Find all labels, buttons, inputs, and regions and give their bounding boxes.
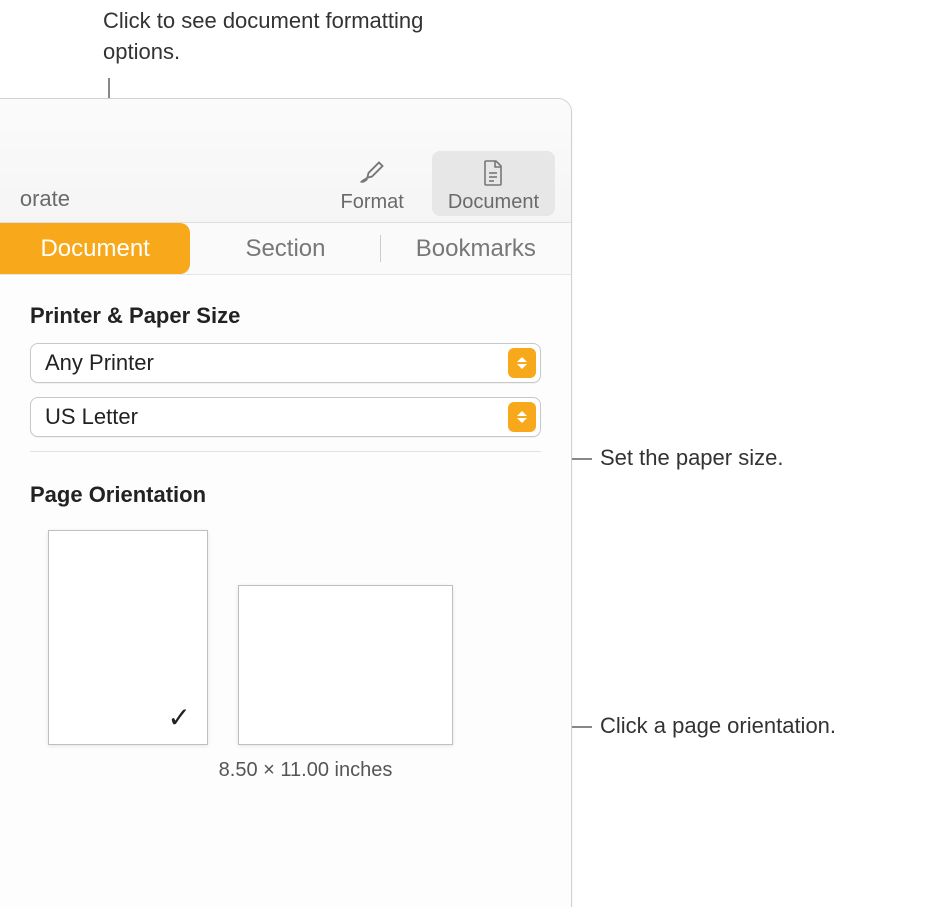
printer-popup-value: Any Printer xyxy=(45,350,508,376)
page-orientation-heading: Page Orientation xyxy=(30,482,541,508)
checkmark-icon: ✓ xyxy=(168,701,191,734)
paper-size-popup-value: US Letter xyxy=(45,404,508,430)
tab-document[interactable]: Document xyxy=(0,223,190,274)
callout-orientation: Click a page orientation. xyxy=(600,711,836,742)
tab-document-label: Document xyxy=(40,235,149,263)
callout-paper-size: Set the paper size. xyxy=(600,443,783,474)
tab-bar: Document Section Bookmarks xyxy=(0,223,571,275)
divider xyxy=(30,451,541,452)
inspector-panel: orate Format Document xyxy=(0,98,572,907)
updown-arrows-icon xyxy=(508,402,536,432)
printer-paper-heading: Printer & Paper Size xyxy=(30,303,541,329)
tab-bookmarks-label: Bookmarks xyxy=(416,235,536,263)
callout-document-tab: Click to see document formatting options… xyxy=(103,6,443,68)
orientation-landscape-button[interactable] xyxy=(238,585,453,745)
callout-document-tab-text: Click to see document formatting options… xyxy=(103,8,423,64)
toolbar: orate Format Document xyxy=(0,99,571,223)
tab-section[interactable]: Section xyxy=(190,223,380,274)
tab-bookmarks[interactable]: Bookmarks xyxy=(381,223,571,274)
orientation-options: ✓ xyxy=(48,530,541,745)
toolbar-cut-label: orate xyxy=(0,186,70,212)
tab-section-label: Section xyxy=(245,235,325,263)
document-toolbar-button[interactable]: Document xyxy=(432,151,555,216)
document-toolbar-label: Document xyxy=(448,191,539,214)
panel-body: Printer & Paper Size Any Printer US Lett… xyxy=(0,275,571,810)
document-icon xyxy=(479,159,507,187)
format-toolbar-label: Format xyxy=(341,191,404,214)
paper-size-popup[interactable]: US Letter xyxy=(30,397,541,437)
paintbrush-icon xyxy=(358,159,386,187)
format-toolbar-button[interactable]: Format xyxy=(325,151,420,216)
callout-paper-size-text: Set the paper size. xyxy=(600,445,783,470)
page-dimensions-label: 8.50 × 11.00 inches xyxy=(70,759,541,782)
printer-popup[interactable]: Any Printer xyxy=(30,343,541,383)
orientation-portrait-button[interactable]: ✓ xyxy=(48,530,208,745)
updown-arrows-icon xyxy=(508,348,536,378)
callout-orientation-text: Click a page orientation. xyxy=(600,713,836,738)
